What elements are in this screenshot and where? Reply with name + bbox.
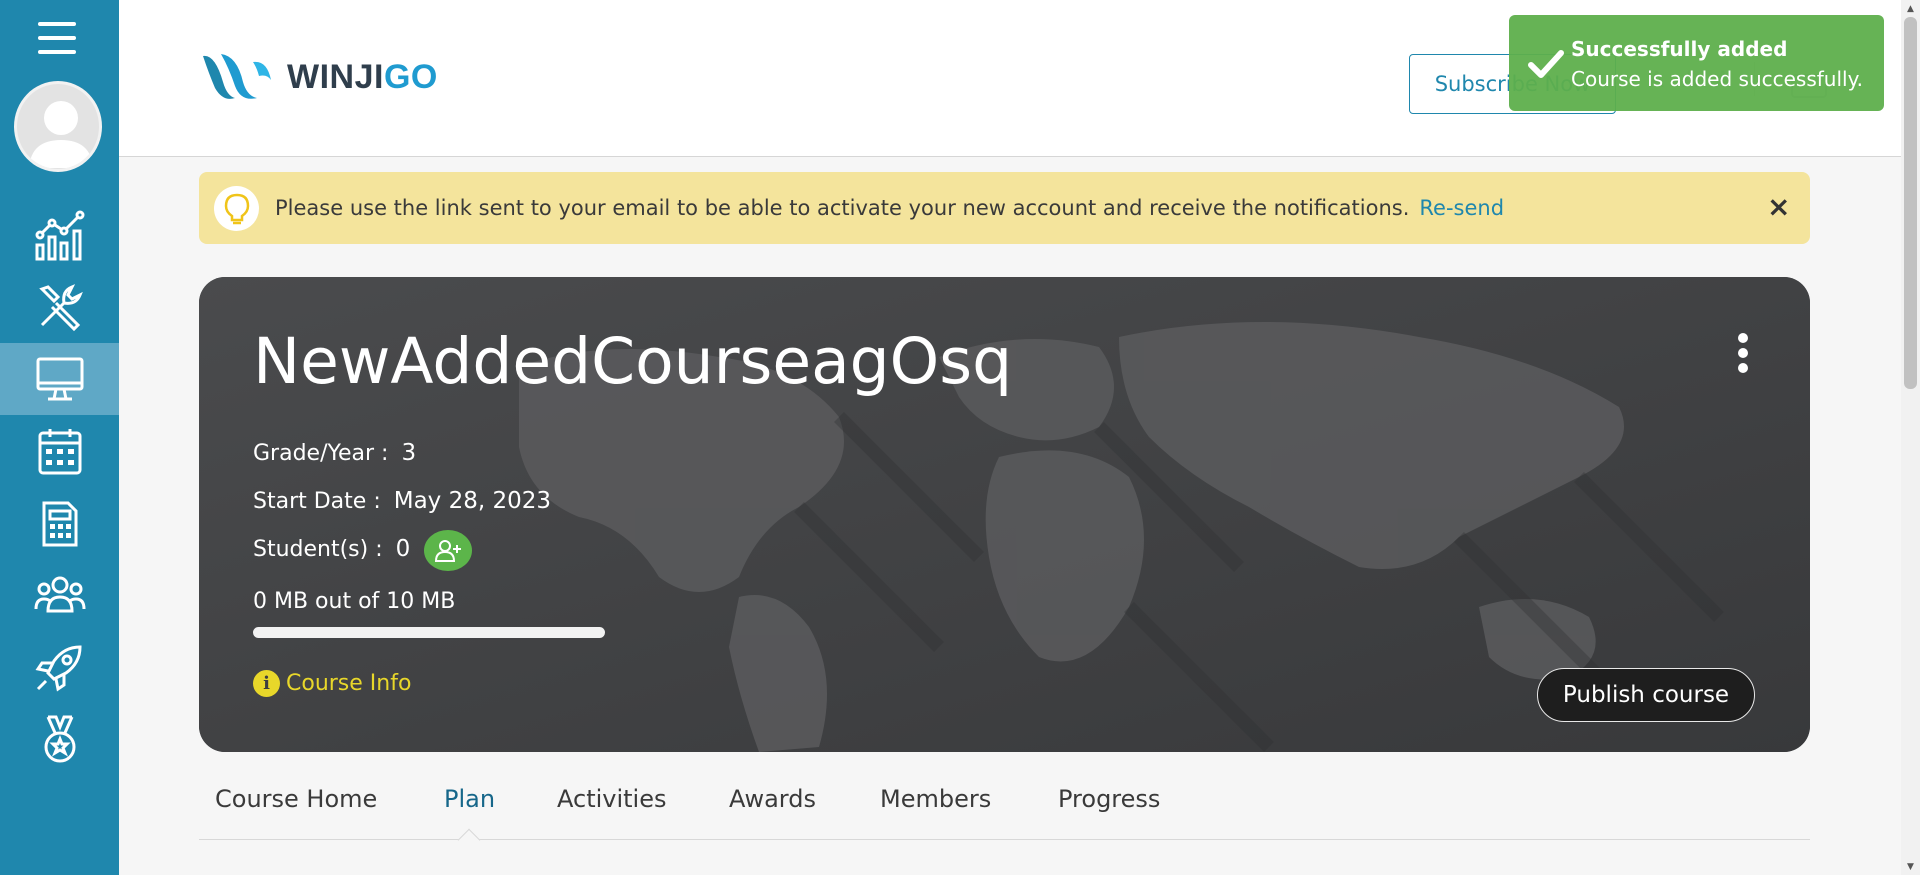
info-icon: i xyxy=(253,670,280,697)
publish-course-button[interactable]: Publish course xyxy=(1537,668,1755,722)
storage-usage-text: 0 MB out of 10 MB xyxy=(253,589,456,614)
sidebar-item-calendar[interactable] xyxy=(0,415,119,487)
scrollbar-thumb[interactable] xyxy=(1904,17,1917,389)
scroll-up-arrow[interactable]: ▲ xyxy=(1901,0,1920,17)
resend-link[interactable]: Re-send xyxy=(1419,196,1504,220)
start-date-label: Start Date : xyxy=(253,489,381,514)
sidebar-item-analytics[interactable] xyxy=(0,199,119,271)
active-tab-indicator xyxy=(457,828,481,852)
sidebar-item-courses[interactable] xyxy=(0,343,119,415)
close-notice-button[interactable]: × xyxy=(1767,190,1790,223)
sidebar-item-tools[interactable] xyxy=(0,271,119,343)
grade-row: Grade/Year : 3 xyxy=(253,440,416,466)
course-tabs: Course Home Plan Activities Awards Membe… xyxy=(199,775,1810,852)
add-user-icon xyxy=(434,539,461,562)
logo-icon xyxy=(203,54,271,99)
medal-icon xyxy=(44,715,75,763)
grade-label: Grade/Year : xyxy=(253,441,389,466)
course-info-label: Course Info xyxy=(286,671,412,696)
tab-awards[interactable]: Awards xyxy=(729,785,816,813)
sidebar-item-rocket[interactable] xyxy=(0,631,119,703)
tab-progress[interactable]: Progress xyxy=(1058,785,1160,813)
students-label: Student(s) : xyxy=(253,537,383,562)
storage-progress-bar xyxy=(253,627,605,638)
students-row: Student(s) : 0 xyxy=(253,536,410,562)
notice-message: Please use the link sent to your email t… xyxy=(275,196,1410,220)
tab-members[interactable]: Members xyxy=(880,785,991,813)
course-card: NewAddedCourseagOsq Grade/Year : 3 Start… xyxy=(199,277,1810,752)
start-date-value: May 28, 2023 xyxy=(393,488,552,514)
logo-text-go: GO xyxy=(383,57,438,96)
add-student-button[interactable] xyxy=(424,530,472,571)
course-title: NewAddedCourseagOsq xyxy=(253,325,1013,398)
sidebar-item-groups[interactable] xyxy=(0,559,119,631)
calendar-icon xyxy=(38,429,81,475)
analytics-icon xyxy=(35,210,84,261)
avatar[interactable] xyxy=(14,81,102,172)
scroll-down-arrow[interactable]: ▼ xyxy=(1901,858,1920,875)
rocket-icon xyxy=(35,645,82,692)
winjigo-logo[interactable]: WINJIGO xyxy=(201,52,438,102)
tools-icon xyxy=(38,284,83,332)
page-scrollbar[interactable]: ▲ ▼ xyxy=(1901,0,1920,875)
sidebar-item-medal[interactable] xyxy=(0,703,119,775)
start-date-row: Start Date : May 28, 2023 xyxy=(253,488,551,514)
menu-icon[interactable] xyxy=(38,22,76,54)
students-value: 0 xyxy=(395,536,411,562)
tab-course-home[interactable]: Course Home xyxy=(215,785,377,813)
toast-message: Course is added successfully. xyxy=(1571,67,1863,91)
tab-activities[interactable]: Activities xyxy=(557,785,667,813)
logo-text-winji: WINJI xyxy=(287,57,384,96)
lightbulb-icon xyxy=(214,186,259,231)
grade-value: 3 xyxy=(401,440,417,466)
sidebar xyxy=(0,0,119,875)
check-icon xyxy=(1528,50,1564,78)
course-info-link[interactable]: i Course Info xyxy=(253,670,411,697)
success-toast[interactable]: Successfully added Course is added succe… xyxy=(1509,15,1884,111)
toast-title: Successfully added xyxy=(1571,37,1788,61)
more-options-icon[interactable] xyxy=(1735,333,1751,373)
calculator-icon xyxy=(42,501,77,547)
tab-plan[interactable]: Plan xyxy=(444,785,495,813)
courses-icon xyxy=(36,357,83,401)
groups-icon xyxy=(34,576,85,613)
activation-notice: Please use the link sent to your email t… xyxy=(199,172,1810,244)
sidebar-item-calculator[interactable] xyxy=(0,487,119,559)
